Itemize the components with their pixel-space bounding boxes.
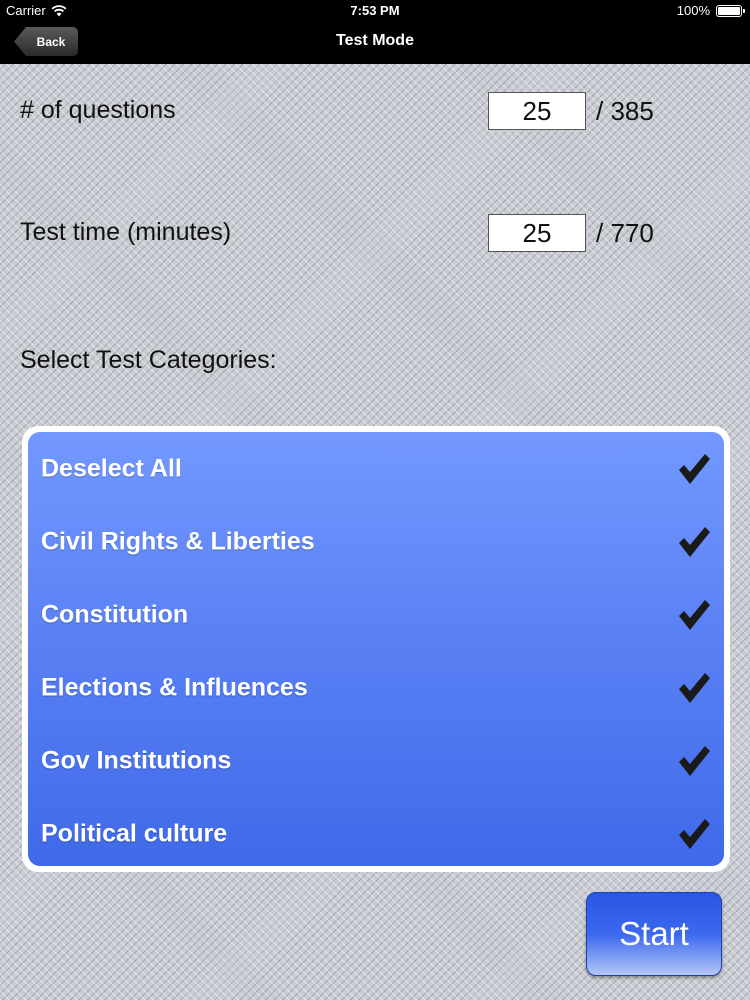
checkmark-icon [679, 745, 710, 776]
category-label: Elections & Influences [41, 673, 308, 701]
checkmark-icon [679, 818, 710, 849]
navigation-bar: Carrier 7:53 PM 100% Back Test Mode [0, 0, 750, 64]
checkmark-icon [679, 599, 710, 630]
battery-percent: 100% [676, 3, 710, 18]
page-title: Test Mode [336, 32, 414, 49]
category-label: Civil Rights & Liberties [41, 527, 315, 555]
category-label: Deselect All [41, 454, 182, 482]
category-panel: Deselect All Civil Rights & Liberties Co… [22, 426, 730, 872]
test-time-input[interactable]: 25 [488, 214, 586, 252]
checkmark-icon [679, 526, 710, 557]
category-row-gov-institutions[interactable]: Gov Institutions [28, 724, 724, 797]
status-bar: Carrier 7:53 PM 100% [0, 0, 750, 22]
questions-label: # of questions [20, 96, 176, 124]
questions-count-input[interactable]: 25 [488, 92, 586, 130]
category-row-civil-rights[interactable]: Civil Rights & Liberties [28, 505, 724, 578]
test-time-label: Test time (minutes) [20, 218, 232, 246]
category-label: Constitution [41, 600, 189, 628]
checkmark-icon [679, 672, 710, 703]
category-row-elections[interactable]: Elections & Influences [28, 651, 724, 724]
battery-fill [718, 6, 740, 15]
category-row-constitution[interactable]: Constitution [28, 578, 724, 651]
categories-title: Select Test Categories: [20, 346, 277, 374]
start-button[interactable]: Start [586, 892, 722, 976]
category-label: Gov Institutions [41, 746, 232, 774]
test-time-total: / 770 [596, 218, 654, 248]
status-battery: 100% [676, 3, 745, 18]
category-row-deselect-all[interactable]: Deselect All [28, 432, 724, 505]
status-time: 7:53 PM [350, 3, 400, 18]
questions-total: / 385 [596, 96, 654, 126]
checkmark-icon [679, 453, 710, 484]
category-row-political-culture[interactable]: Political culture [28, 797, 724, 866]
category-label: Political culture [41, 819, 228, 847]
category-list: Deselect All Civil Rights & Liberties Co… [28, 432, 724, 866]
battery-icon [716, 4, 745, 17]
